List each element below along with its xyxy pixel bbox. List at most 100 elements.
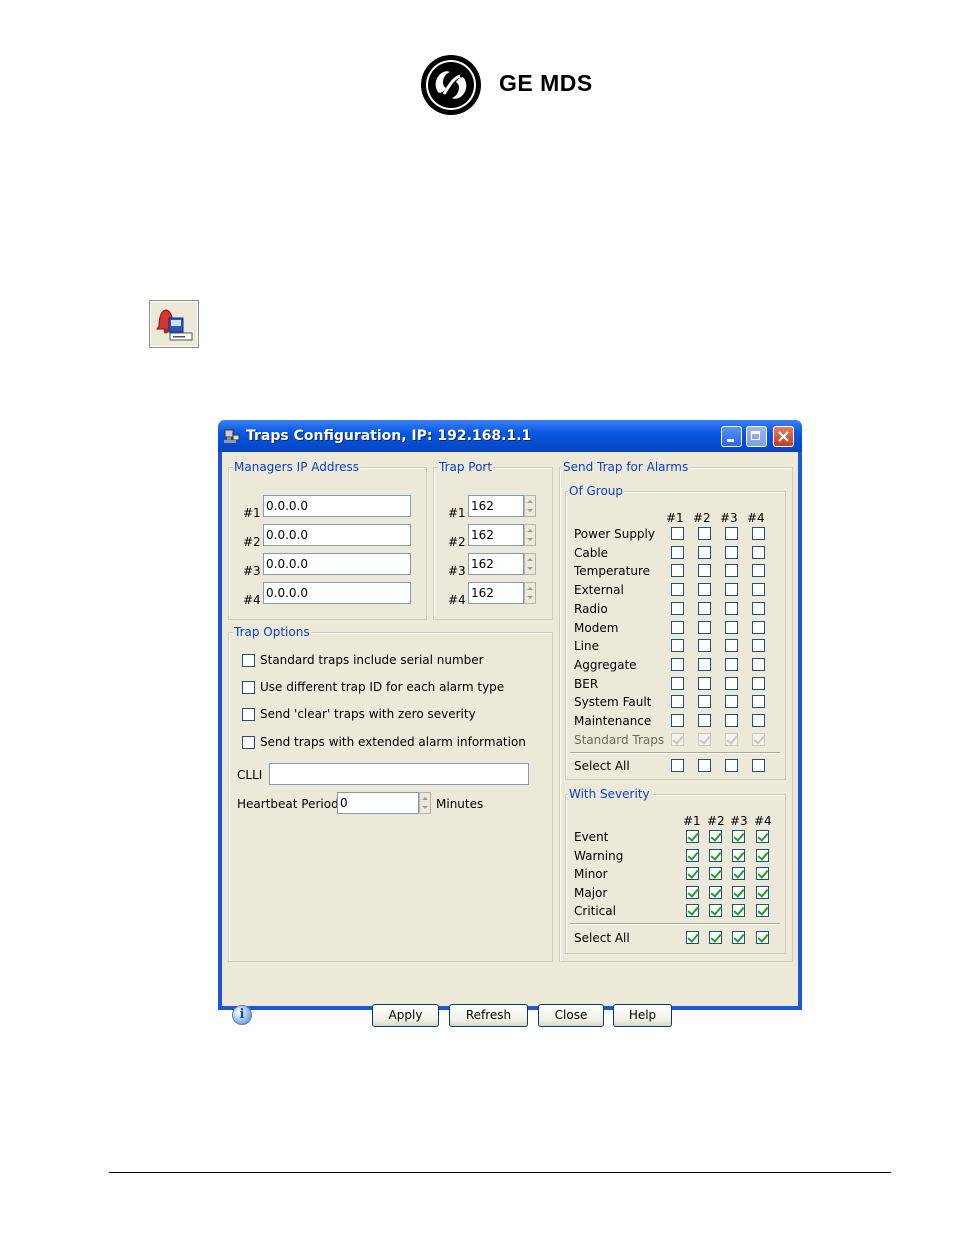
clear-traps-checkbox[interactable]	[242, 708, 255, 721]
of-group-checkbox[interactable]	[671, 601, 684, 615]
close-button[interactable]: Close	[538, 1004, 604, 1027]
trap-port-spinner-4[interactable]	[524, 582, 536, 604]
of-group-checkbox[interactable]	[671, 620, 684, 634]
of-group-select-all-checkbox-2[interactable]	[698, 759, 711, 772]
of-group-checkbox[interactable]	[725, 657, 738, 671]
trap-port-spinner-1[interactable]	[524, 495, 536, 517]
severity-checkbox[interactable]	[732, 904, 745, 918]
of-group-checkbox[interactable]	[698, 545, 711, 559]
of-group-checkbox[interactable]	[752, 620, 765, 634]
apply-button[interactable]: Apply	[372, 1004, 439, 1027]
trap-port-input-1[interactable]: 162	[468, 495, 524, 517]
severity-checkbox[interactable]	[709, 867, 722, 881]
clli-input[interactable]	[269, 763, 529, 785]
severity-checkbox[interactable]	[709, 904, 722, 918]
severity-checkbox[interactable]	[686, 848, 699, 862]
of-group-checkbox[interactable]	[752, 714, 765, 727]
severity-checkbox[interactable]	[732, 830, 745, 843]
severity-select-all-checkbox-4[interactable]	[756, 931, 769, 944]
of-group-checkbox[interactable]	[725, 564, 738, 578]
of-group-checkbox[interactable]	[752, 601, 765, 615]
of-group-checkbox[interactable]	[752, 564, 765, 578]
of-group-checkbox[interactable]	[698, 564, 711, 578]
of-group-checkbox[interactable]	[752, 583, 765, 597]
of-group-checkbox[interactable]	[725, 527, 738, 540]
severity-select-all-checkbox-3[interactable]	[732, 931, 745, 944]
refresh-button[interactable]: Refresh	[449, 1004, 528, 1027]
clear-traps-label[interactable]: Send 'clear' traps with zero severity	[260, 707, 476, 721]
trap-port-spinner-2[interactable]	[524, 524, 536, 546]
severity-checkbox[interactable]	[686, 830, 699, 843]
of-group-checkbox[interactable]	[698, 601, 711, 615]
trap-port-spinner-3[interactable]	[524, 553, 536, 575]
severity-checkbox[interactable]	[709, 885, 722, 899]
of-group-checkbox[interactable]	[671, 527, 684, 540]
of-group-select-all-checkbox-1[interactable]	[671, 759, 684, 772]
minimize-button[interactable]	[721, 426, 742, 447]
of-group-checkbox[interactable]	[725, 545, 738, 559]
extended-info-checkbox[interactable]	[242, 736, 255, 749]
severity-select-all-checkbox-2[interactable]	[709, 931, 722, 944]
of-group-checkbox[interactable]	[752, 527, 765, 540]
of-group-checkbox[interactable]	[725, 583, 738, 597]
manager-ip-input-4[interactable]: 0.0.0.0	[263, 582, 411, 604]
manager-ip-input-3[interactable]: 0.0.0.0	[263, 553, 411, 575]
of-group-checkbox[interactable]	[725, 601, 738, 615]
of-group-checkbox[interactable]	[698, 695, 711, 709]
severity-checkbox[interactable]	[756, 904, 769, 918]
serial-number-checkbox[interactable]	[242, 654, 255, 667]
maximize-button[interactable]	[746, 426, 767, 447]
severity-checkbox[interactable]	[709, 830, 722, 843]
manager-ip-input-1[interactable]: 0.0.0.0	[263, 495, 411, 517]
of-group-checkbox[interactable]	[725, 714, 738, 727]
of-group-checkbox[interactable]	[698, 639, 711, 653]
of-group-checkbox[interactable]	[725, 620, 738, 634]
severity-checkbox[interactable]	[756, 885, 769, 899]
of-group-checkbox[interactable]	[752, 545, 765, 559]
severity-checkbox[interactable]	[732, 867, 745, 881]
help-button[interactable]: Help	[613, 1004, 672, 1027]
severity-checkbox[interactable]	[686, 885, 699, 899]
of-group-select-all-checkbox-3[interactable]	[725, 759, 738, 772]
manager-ip-input-2[interactable]: 0.0.0.0	[263, 524, 411, 546]
window-titlebar[interactable]: Traps Configuration, IP: 192.168.1.1	[218, 420, 802, 452]
of-group-checkbox[interactable]	[671, 676, 684, 690]
of-group-checkbox[interactable]	[671, 657, 684, 671]
of-group-checkbox[interactable]	[725, 676, 738, 690]
of-group-checkbox[interactable]	[671, 695, 684, 709]
of-group-checkbox[interactable]	[725, 695, 738, 709]
of-group-select-all-checkbox-4[interactable]	[752, 759, 765, 772]
of-group-checkbox[interactable]	[671, 545, 684, 559]
trap-port-input-4[interactable]: 162	[468, 582, 524, 604]
severity-checkbox[interactable]	[709, 848, 722, 862]
of-group-checkbox[interactable]	[725, 639, 738, 653]
different-trap-id-label[interactable]: Use different trap ID for each alarm typ…	[260, 680, 504, 694]
heartbeat-spinner[interactable]	[419, 792, 431, 814]
severity-checkbox[interactable]	[686, 867, 699, 881]
of-group-checkbox[interactable]	[671, 639, 684, 653]
of-group-checkbox[interactable]	[698, 676, 711, 690]
serial-number-label[interactable]: Standard traps include serial number	[260, 653, 484, 667]
of-group-checkbox[interactable]	[752, 639, 765, 653]
of-group-checkbox[interactable]	[698, 527, 711, 540]
of-group-checkbox[interactable]	[671, 714, 684, 727]
close-window-button[interactable]	[773, 426, 794, 447]
of-group-checkbox[interactable]	[698, 583, 711, 597]
of-group-checkbox[interactable]	[698, 620, 711, 634]
severity-checkbox[interactable]	[686, 904, 699, 918]
severity-checkbox[interactable]	[756, 830, 769, 843]
extended-info-label[interactable]: Send traps with extended alarm informati…	[260, 735, 526, 749]
of-group-checkbox[interactable]	[698, 714, 711, 727]
of-group-checkbox[interactable]	[752, 695, 765, 709]
of-group-checkbox[interactable]	[671, 583, 684, 597]
of-group-checkbox[interactable]	[698, 657, 711, 671]
of-group-checkbox[interactable]	[671, 564, 684, 578]
severity-select-all-checkbox-1[interactable]	[686, 931, 699, 944]
trap-port-input-2[interactable]: 162	[468, 524, 524, 546]
severity-checkbox[interactable]	[756, 848, 769, 862]
trap-port-input-3[interactable]: 162	[468, 553, 524, 575]
of-group-checkbox[interactable]	[752, 657, 765, 671]
heartbeat-input[interactable]: 0	[337, 792, 419, 814]
different-trap-id-checkbox[interactable]	[242, 681, 255, 694]
severity-checkbox[interactable]	[756, 867, 769, 881]
